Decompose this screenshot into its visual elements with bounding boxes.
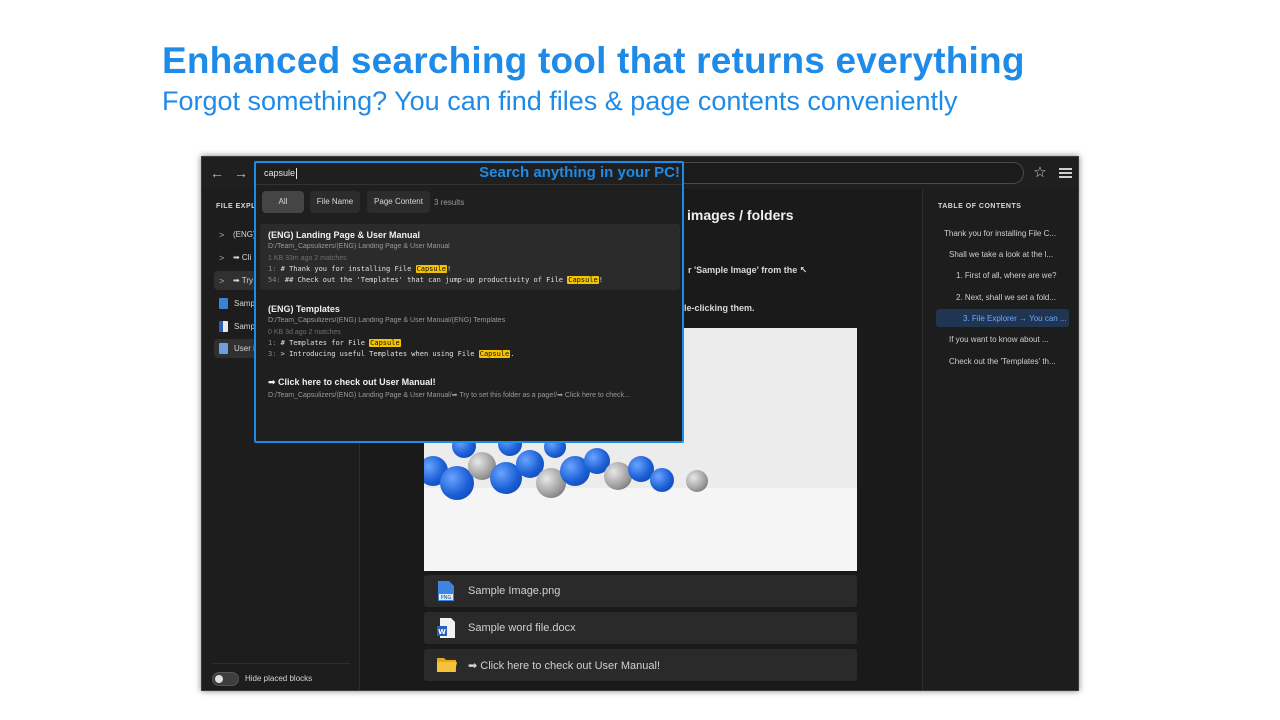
- result-title: (ENG) Landing Page & User Manual: [268, 230, 421, 240]
- word-file-icon: [219, 321, 228, 332]
- search-result[interactable]: (ENG) Templates D:/Team_Capsulizers/(ENG…: [260, 298, 680, 364]
- promo-subtitle: Forgot something? You can find files & p…: [162, 86, 958, 116]
- result-meta: 1 KB 33m ago 2 matches: [268, 255, 347, 262]
- result-title: (ENG) Templates: [268, 304, 340, 314]
- result-title: ➡ Click here to check out User Manual!: [268, 377, 436, 387]
- sidebar-item-label: ➡ Try: [233, 276, 254, 285]
- chevron-right-icon[interactable]: >: [219, 230, 227, 240]
- toc-item-active[interactable]: 3. File Explorer → You can ...: [936, 309, 1069, 327]
- toc-item[interactable]: Shall we take a look at the l...: [936, 245, 1069, 263]
- file-row-sample-image[interactable]: PNG Sample Image.png: [424, 575, 857, 607]
- toggle-label: Hide placed blocks: [245, 674, 313, 683]
- page-icon: [219, 343, 228, 354]
- toc-item[interactable]: 2. Next, shall we set a fold...: [936, 288, 1069, 306]
- hamburger-menu-icon[interactable]: [1056, 163, 1076, 183]
- filter-page-content-button[interactable]: Page Content: [367, 191, 430, 213]
- search-result[interactable]: (ENG) Landing Page & User Manual D:/Team…: [260, 224, 680, 290]
- result-match-line: 1: # Templates for File Capsule: [268, 339, 401, 347]
- toc-item[interactable]: Thank you for installing File C...: [936, 224, 1069, 242]
- search-result[interactable]: ➡ Click here to check out User Manual! D…: [260, 371, 680, 405]
- folder-icon: [436, 654, 457, 676]
- toc-item[interactable]: Check out the 'Templates' th...: [936, 352, 1069, 370]
- match-highlight: Capsule: [567, 276, 599, 284]
- result-count: 3 results: [434, 198, 465, 207]
- toc-item[interactable]: If you want to know about ...: [936, 330, 1069, 348]
- chevron-right-icon[interactable]: >: [219, 253, 227, 263]
- search-query-text: capsule: [264, 168, 296, 178]
- search-popup: capsule Search anything in your PC! All …: [254, 161, 684, 443]
- star-icon[interactable]: ☆: [1030, 163, 1050, 183]
- svg-text:PNG: PNG: [441, 595, 452, 601]
- search-input[interactable]: capsule Search anything in your PC!: [256, 163, 682, 185]
- result-match-line: 1: # Thank you for installing File Capsu…: [268, 265, 452, 273]
- match-highlight: Capsule: [369, 339, 401, 347]
- page-heading: images / folders: [687, 207, 794, 223]
- result-meta: 0 KB 3d ago 2 matches: [268, 329, 341, 336]
- promo-title: Enhanced searching tool that returns eve…: [162, 40, 1025, 81]
- file-row-label: Sample Image.png: [468, 585, 561, 597]
- result-match-line: 54: ## Check out the 'Templates' that ca…: [268, 276, 603, 284]
- result-path: D:/Team_Capsulizers/(ENG) Landing Page &…: [268, 243, 450, 250]
- hide-placed-blocks-toggle[interactable]: [212, 671, 239, 686]
- toc-title: TABLE OF CONTENTS: [938, 203, 1022, 210]
- arrow-right-icon[interactable]: →: [232, 164, 250, 182]
- match-highlight: Capsule: [478, 350, 511, 358]
- result-path: D:/Team_Capsulizers/(ENG) Landing Page &…: [268, 392, 630, 399]
- sidebar-item-label: (ENG): [233, 230, 256, 239]
- file-row-sample-word[interactable]: W Sample word file.docx: [424, 612, 857, 644]
- result-path: D:/Team_Capsulizers/(ENG) Landing Page &…: [268, 317, 506, 324]
- match-highlight: Capsule: [415, 265, 448, 273]
- filter-all-button[interactable]: All: [262, 191, 304, 213]
- search-callout: Search anything in your PC!: [479, 164, 680, 181]
- png-file-icon: PNG: [436, 580, 456, 602]
- sidebar-item-label: ➡ Cli: [233, 253, 252, 262]
- file-row-label: ➡ Click here to check out User Manual!: [468, 659, 661, 672]
- sidebar-item-label: Samp: [234, 299, 255, 308]
- result-match-line: 3: > Introducing useful Templates when u…: [268, 350, 515, 358]
- arrow-left-icon[interactable]: ←: [208, 164, 226, 182]
- file-row-label: Sample word file.docx: [468, 622, 576, 634]
- png-file-icon: [219, 298, 228, 309]
- sidebar-footer: Hide placed blocks: [212, 663, 350, 687]
- page-text: le-clicking them.: [684, 303, 755, 313]
- page-text: r 'Sample Image' from the ↖: [688, 265, 808, 275]
- toc-item[interactable]: 1. First of all, where are we?: [936, 266, 1069, 284]
- file-row-user-manual[interactable]: ➡ Click here to check out User Manual!: [424, 649, 857, 681]
- table-of-contents: TABLE OF CONTENTS Thank you for installi…: [922, 189, 1078, 690]
- sidebar-item-label: Samp: [234, 322, 255, 331]
- filter-file-name-button[interactable]: File Name: [310, 191, 360, 213]
- chevron-right-icon[interactable]: >: [219, 276, 227, 286]
- word-file-icon: W: [436, 617, 456, 639]
- svg-text:W: W: [438, 628, 446, 636]
